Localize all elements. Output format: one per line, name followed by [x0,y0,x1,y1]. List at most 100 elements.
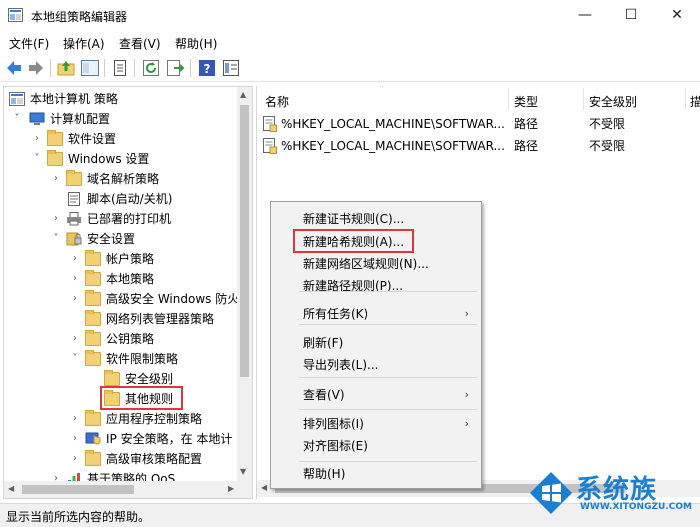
close-button[interactable]: ✕ [654,0,700,31]
menu-all-tasks[interactable]: 所有任务(K) [303,304,368,324]
tree-item[interactable]: ˅ 软件限制策略 [4,349,237,369]
maximize-button[interactable]: ☐ [608,0,654,31]
printer-icon [67,212,81,226]
menu-separator [299,324,477,325]
tree-item[interactable]: › 本地策略 [4,269,237,289]
forward-arrow-icon[interactable] [26,58,46,78]
collapsed-arrow-icon[interactable]: › [50,209,62,229]
tree-scroll-thumb[interactable] [240,105,249,377]
column-description[interactable]: 描 [690,93,700,110]
folder-icon [47,130,63,146]
tree-item[interactable]: › 域名解析策略 [4,169,237,189]
submenu-arrow-icon: › [464,307,469,320]
collapsed-arrow-icon[interactable]: › [69,289,81,309]
tree-item[interactable]: › 应用程序控制策略 [4,409,237,429]
collapsed-arrow-icon[interactable]: › [69,449,81,469]
tree-item[interactable]: › 帐户策略 [4,249,237,269]
collapsed-arrow-icon[interactable]: › [50,169,62,189]
expanded-arrow-icon[interactable]: ˅ [11,109,23,129]
scroll-left-icon[interactable]: ◀ [8,484,14,493]
refresh-icon[interactable] [141,58,161,78]
menu-new-network-zone-rule[interactable]: 新建网络区域规则(N)... [303,254,429,274]
tree-item[interactable]: 网络列表管理器策略 [4,309,237,329]
menu-action[interactable]: 操作(A) [63,35,105,52]
minimize-button[interactable]: — [562,0,608,31]
collapsed-arrow-icon[interactable]: › [69,249,81,269]
tree-item-label: 域名解析策略 [87,172,160,186]
path-rule-icon [263,116,277,132]
back-arrow-icon[interactable] [4,58,24,78]
tree-item[interactable]: › 软件设置 [4,129,237,149]
collapsed-arrow-icon[interactable]: › [69,409,81,429]
tree-item[interactable]: › 已部署的打印机 [4,209,237,229]
scroll-up-icon[interactable]: ▲ [240,90,246,99]
properties-icon[interactable] [110,58,130,78]
list-row[interactable]: %HKEY_LOCAL_MACHINE\SOFTWAR... 路径 不受限 [257,136,700,156]
list-row[interactable]: %HKEY_LOCAL_MACHINE\SOFTWAR... 路径 不受限 [257,114,700,134]
folder-icon [85,410,101,426]
window-title: 本地组策略编辑器 [31,10,128,24]
menu-export-list[interactable]: 导出列表(L)... [303,355,379,375]
collapsed-arrow-icon[interactable]: › [69,269,81,289]
ip-security-icon [85,432,101,445]
tree-item[interactable]: › 高级安全 Windows 防火 [4,289,239,309]
cell-name: %HKEY_LOCAL_MACHINE\SOFTWAR... [281,139,505,153]
tree-vertical-scrollbar[interactable]: ▲ ▼ [237,87,252,481]
menu-separator [299,409,477,410]
scroll-right-icon[interactable]: ▶ [228,484,234,493]
menu-arrange-icons[interactable]: 排列图标(I) [303,414,364,434]
tree-item[interactable]: ˅ Windows 设置 [4,149,237,169]
menu-view[interactable]: 查看(V) [119,35,161,52]
policy-editor-icon [8,8,23,22]
menu-view[interactable]: 查看(V) [303,385,345,405]
folder-icon [47,150,63,166]
tree-item[interactable]: › IP 安全策略，在 本地计 [4,429,237,449]
help-topics-icon[interactable] [221,58,241,78]
expanded-arrow-icon[interactable]: ˅ [69,349,81,369]
cell-security-level: 不受限 [589,139,626,153]
up-folder-icon[interactable] [56,58,76,78]
tree-item[interactable]: ˅ 计算机配置 [4,109,237,129]
tree-item[interactable]: ˅ 安全设置 [4,229,237,249]
collapsed-arrow-icon[interactable]: › [31,129,43,149]
menu-new-path-rule[interactable]: 新建路径规则(P)... [303,276,403,296]
menu-help[interactable]: 帮助(H) [175,35,217,52]
folder-icon [85,250,101,266]
folder-icon [85,270,101,286]
column-name[interactable]: 名称 [265,93,289,110]
tree-item[interactable]: 本地计算机 策略 [4,89,237,109]
tree-item-label: 本地计算机 策略 [30,92,118,106]
column-security-level[interactable]: 安全级别 [589,93,637,110]
show-hide-tree-icon[interactable] [80,58,100,78]
collapsed-arrow-icon[interactable]: › [69,429,81,449]
tree-item[interactable]: › 高级审核策略配置 [4,449,237,469]
tree-item[interactable]: 脚本(启动/关机) [4,189,237,209]
folder-icon [85,350,101,366]
scroll-down-icon[interactable]: ▼ [240,467,246,476]
scroll-left-icon[interactable]: ◀ [261,483,267,492]
watermark-text: 系统族 [576,475,658,505]
tree-hscroll-thumb[interactable] [22,485,134,494]
help-icon[interactable]: ? [197,58,217,78]
collapsed-arrow-icon[interactable]: › [69,329,81,349]
export-list-icon[interactable] [165,58,185,78]
script-icon [68,192,80,206]
tree-item-label: 网络列表管理器策略 [106,312,215,326]
menu-help[interactable]: 帮助(H) [303,464,345,484]
list-header: ˄ 名称 类型 安全级别 描 [257,86,700,112]
folder-icon [85,310,101,326]
cell-security-level: 不受限 [589,117,626,131]
expanded-arrow-icon[interactable]: ˅ [50,229,62,249]
sort-arrow-icon: ˄ [379,86,384,95]
menu-align-icons[interactable]: 对齐图标(E) [303,436,368,456]
tree-horizontal-scrollbar[interactable]: ◀ ▶ [4,481,252,498]
tree-item[interactable]: › 公钥策略 [4,329,237,349]
menu-file[interactable]: 文件(F) [9,35,49,52]
menu-separator [299,291,477,292]
expanded-arrow-icon[interactable]: ˅ [31,149,43,169]
menu-refresh[interactable]: 刷新(F) [303,333,343,353]
tree-pane[interactable]: 本地计算机 策略 ˅ 计算机配置 › 软件设置 ˅ Windows 设置 › 域名解析策略 脚本(… [3,86,253,499]
column-type[interactable]: 类型 [514,93,538,110]
menu-new-certificate-rule[interactable]: 新建证书规则(C)... [303,209,404,229]
menu-separator [299,461,477,462]
